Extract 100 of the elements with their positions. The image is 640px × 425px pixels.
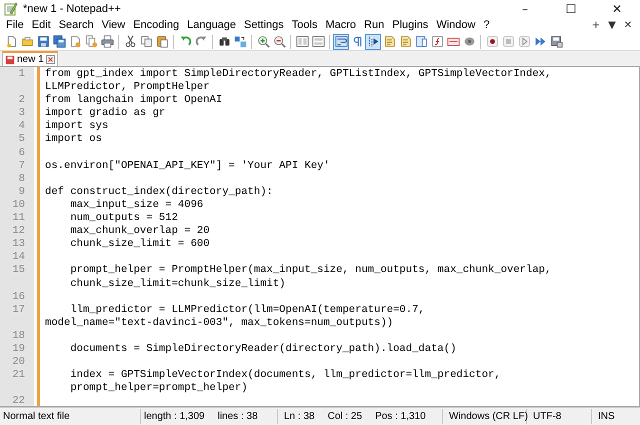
menu-item[interactable]: Encoding bbox=[129, 18, 184, 32]
menu-item[interactable]: ? bbox=[479, 18, 494, 32]
toolbar-button[interactable] bbox=[294, 34, 310, 50]
code-line: llm_predictor = LLMPredictor(llm=OpenAI(temperature=0.7, bbox=[69, 304, 425, 316]
indent-guide-icon bbox=[366, 35, 380, 48]
code-line: model_name="text-davinci-003", max_tokens=num_outputs)) bbox=[45, 316, 394, 329]
code-line: import gradio as gr bbox=[45, 107, 166, 120]
menu-item[interactable]: Tools bbox=[288, 18, 322, 32]
record-icon bbox=[486, 35, 498, 48]
close-button[interactable]: ✕ bbox=[594, 0, 640, 17]
line-number: 19 bbox=[11, 342, 25, 356]
file-type-text: Normal text file bbox=[3, 411, 70, 422]
binoculars-icon bbox=[218, 35, 230, 48]
position-text: Pos : 1,310 bbox=[375, 411, 426, 422]
maximize-button[interactable]: ☐ bbox=[548, 0, 594, 17]
line-text: Ln : 38 bbox=[284, 411, 315, 422]
line-number: 22 bbox=[11, 395, 25, 406]
line-number: 3 bbox=[18, 107, 25, 120]
tab-label: new 1 bbox=[17, 54, 44, 65]
menu-item[interactable]: Run bbox=[360, 18, 388, 32]
undo-icon bbox=[178, 35, 192, 48]
code-line: import sys bbox=[45, 120, 108, 132]
code-line: from langchain import OpenAI bbox=[45, 94, 222, 106]
new-tab-button[interactable]: + bbox=[588, 18, 604, 32]
toolbar-button[interactable] bbox=[333, 34, 349, 50]
toolbar-button[interactable] bbox=[365, 34, 381, 50]
menu-item[interactable]: Window bbox=[432, 18, 480, 32]
code-line: chunk_size_limit = 600 bbox=[69, 238, 210, 250]
menu-item[interactable]: Search bbox=[54, 18, 98, 32]
encoding-text: UTF-8 bbox=[533, 411, 562, 422]
column-text: Col : 25 bbox=[328, 411, 362, 422]
redo-icon bbox=[194, 35, 208, 48]
play-icon bbox=[518, 35, 530, 48]
menu-item[interactable]: Plugins bbox=[388, 18, 432, 32]
lines-text: lines : 38 bbox=[218, 411, 258, 422]
code-line: max_input_size = 4096 bbox=[69, 198, 204, 211]
code-line: chunk_size_limit=chunk_size_limit) bbox=[69, 278, 286, 290]
insert-mode-text: INS bbox=[598, 411, 615, 422]
code-line: max_chunk_overlap = 20 bbox=[69, 225, 210, 238]
toolbar-button[interactable] bbox=[484, 34, 500, 50]
menu-item[interactable]: Language bbox=[183, 18, 240, 32]
line-number: 7 bbox=[18, 160, 25, 173]
zoom-in-icon bbox=[256, 35, 270, 48]
line-ending-text: Windows (CR LF) bbox=[449, 411, 528, 422]
line-number: 9 bbox=[18, 186, 25, 199]
toolbar-button[interactable] bbox=[310, 34, 326, 50]
close-icon[interactable] bbox=[46, 55, 55, 64]
code-line: documents = SimpleDirectoryReader(directory_path).load_data() bbox=[69, 342, 456, 355]
code-line: num_outputs = 512 bbox=[69, 212, 178, 224]
word-wrap-icon bbox=[334, 35, 348, 48]
editor-tab[interactable]: new 1 bbox=[2, 51, 58, 66]
menu-item[interactable]: Edit bbox=[28, 18, 55, 32]
line-number: 15 bbox=[11, 264, 25, 278]
line-number: 1 bbox=[18, 68, 25, 82]
line-number: 21 bbox=[11, 369, 25, 382]
scissors-icon bbox=[124, 35, 136, 48]
replace-icon bbox=[234, 35, 246, 48]
code-line: def construct_index(directory_path): bbox=[45, 186, 273, 198]
code-line: prompt_helper=prompt_helper) bbox=[69, 382, 248, 394]
stop-icon bbox=[502, 35, 514, 48]
code-line: os.environ["OPENAI_API_KEY"] = 'Your API Key' bbox=[45, 160, 330, 172]
pilcrow-icon bbox=[350, 35, 364, 48]
line-number: 4 bbox=[18, 120, 25, 134]
line-number: 8 bbox=[18, 172, 25, 186]
save-icon bbox=[5, 54, 15, 64]
menu-item[interactable]: Macro bbox=[321, 18, 360, 32]
play-multiple-icon bbox=[534, 35, 546, 48]
line-number: 18 bbox=[11, 330, 25, 343]
window-title: *new 1 - Notepad++ bbox=[23, 2, 122, 14]
toolbar-button[interactable] bbox=[99, 34, 115, 50]
code-line: from gpt_index import SimpleDirectoryReader, GPTListIndex, GPTSimpleVectorIndex, bbox=[45, 68, 552, 80]
line-number: 14 bbox=[11, 251, 25, 264]
line-number: 17 bbox=[11, 304, 25, 317]
menu-item[interactable]: File bbox=[2, 18, 28, 32]
toolbar-button[interactable] bbox=[548, 34, 564, 50]
toolbar-button[interactable] bbox=[154, 34, 170, 50]
line-number: 5 bbox=[18, 133, 25, 147]
document-icon bbox=[398, 35, 412, 48]
line-number: 20 bbox=[11, 356, 25, 370]
menu-item[interactable]: Settings bbox=[240, 18, 288, 32]
tab-list-button[interactable]: ▼ bbox=[604, 18, 620, 32]
line-number: 16 bbox=[11, 290, 25, 304]
length-text: length : 1,309 bbox=[144, 411, 205, 422]
line-number: 11 bbox=[11, 212, 25, 226]
eye-icon bbox=[462, 35, 476, 48]
line-number: 10 bbox=[11, 198, 25, 212]
code-line: import os bbox=[45, 133, 102, 146]
code-line: LLMPredictor, PromptHelper bbox=[45, 81, 210, 94]
code-line: prompt_helper = PromptHelper(max_input_size, num_outputs, max_chunk_overlap, bbox=[69, 264, 552, 276]
toolbar-button[interactable] bbox=[429, 34, 445, 50]
line-number: 12 bbox=[11, 225, 25, 238]
code-line: index = GPTSimpleVectorIndex(documents, llm_predictor=llm_predictor, bbox=[69, 369, 501, 382]
zoom-out-icon bbox=[272, 35, 286, 48]
toolbar-button[interactable] bbox=[35, 34, 51, 50]
minimize-button[interactable]: – bbox=[502, 0, 548, 17]
line-number: 6 bbox=[18, 146, 25, 160]
document-icon bbox=[382, 35, 396, 48]
toolbar-button[interactable] bbox=[51, 34, 67, 50]
menu-item[interactable]: View bbox=[98, 18, 130, 32]
close-tab-button[interactable]: ✕ bbox=[620, 18, 636, 32]
